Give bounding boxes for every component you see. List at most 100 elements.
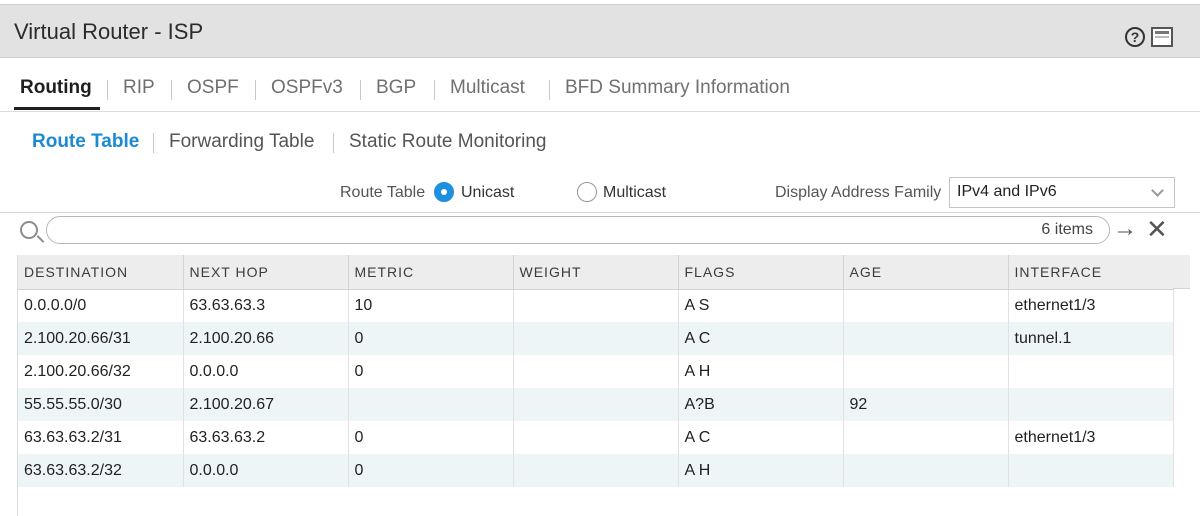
cell-metric: 0	[348, 421, 514, 454]
window-title: Virtual Router - ISP	[14, 19, 204, 44]
cell-interface: tunnel.1	[1008, 322, 1174, 355]
help-icon[interactable]: ?	[1125, 27, 1145, 47]
cell-flags: A H	[678, 454, 844, 487]
tab-routing[interactable]: Routing	[20, 77, 92, 99]
window-titlebar: Virtual Router - ISP ?	[0, 4, 1200, 58]
cell-weight	[513, 421, 679, 454]
address-family-label: Display Address Family	[775, 184, 942, 201]
table-row[interactable]: 2.100.20.66/32 0.0.0.0 0 A H	[18, 355, 1174, 388]
cell-metric: 0	[348, 355, 514, 388]
cell-interface	[1008, 388, 1174, 421]
table-row[interactable]: 55.55.55.0/30 2.100.20.67 A?B 92	[18, 388, 1174, 421]
column-header-destination[interactable]: DESTINATION	[18, 255, 184, 290]
filter-bar: 6 items → ✕	[0, 212, 1200, 246]
active-tab-indicator	[14, 107, 100, 110]
cell-metric: 0	[348, 322, 514, 355]
table-row[interactable]: 63.63.63.2/31 63.63.63.2 0 A C ethernet1…	[18, 421, 1174, 454]
tab-ospf[interactable]: OSPF	[187, 77, 239, 99]
cell-next-hop: 63.63.63.3	[183, 289, 349, 322]
unicast-radio[interactable]	[434, 182, 454, 202]
search-input[interactable]: 6 items	[46, 216, 1110, 244]
cell-destination: 0.0.0.0/0	[18, 289, 184, 322]
subtab-static-route-monitoring[interactable]: Static Route Monitoring	[349, 131, 547, 153]
tab-rip[interactable]: RIP	[123, 77, 155, 99]
cell-weight	[513, 289, 679, 322]
route-options-row: Route Table Unicast Multicast Display Ad…	[0, 176, 1200, 210]
cell-flags: A?B	[678, 388, 844, 421]
subtab-forwarding-table[interactable]: Forwarding Table	[169, 131, 314, 153]
cell-next-hop: 0.0.0.0	[183, 355, 349, 388]
items-count: 6 items	[1041, 221, 1093, 238]
scrollbar-header-cell	[1173, 255, 1190, 289]
cell-weight	[513, 322, 679, 355]
cell-age	[843, 322, 1009, 355]
cell-next-hop: 2.100.20.66	[183, 322, 349, 355]
cell-destination: 63.63.63.2/32	[18, 454, 184, 487]
cell-flags: A S	[678, 289, 844, 322]
route-table-grid: DESTINATION NEXT HOP METRIC WEIGHT FLAGS…	[17, 255, 1200, 516]
cell-interface: ethernet1/3	[1008, 289, 1174, 322]
column-header-weight[interactable]: WEIGHT	[513, 255, 679, 290]
column-header-interface[interactable]: INTERFACE	[1008, 255, 1174, 290]
table-row[interactable]: 2.100.20.66/31 2.100.20.66 0 A C tunnel.…	[18, 322, 1174, 355]
cell-next-hop: 0.0.0.0	[183, 454, 349, 487]
tab-separator	[171, 80, 172, 100]
tab-separator	[434, 80, 435, 100]
cell-metric: 10	[348, 289, 514, 322]
multicast-radio-label[interactable]: Multicast	[603, 184, 666, 202]
multicast-radio[interactable]	[577, 182, 597, 202]
cell-next-hop: 63.63.63.2	[183, 421, 349, 454]
address-family-value: IPv4 and IPv6	[957, 183, 1057, 200]
cell-next-hop: 2.100.20.67	[183, 388, 349, 421]
tab-bfd-summary[interactable]: BFD Summary Information	[565, 77, 790, 99]
tab-multicast[interactable]: Multicast	[450, 77, 525, 99]
tab-separator	[549, 80, 550, 100]
cell-age	[843, 289, 1009, 322]
address-family-select[interactable]: IPv4 and IPv6	[949, 177, 1175, 208]
main-tabs: Routing RIP OSPF OSPFv3 BGP Multicast BF…	[0, 62, 1200, 112]
table-row[interactable]: 0.0.0.0/0 63.63.63.3 10 A S ethernet1/3	[18, 289, 1174, 322]
cell-flags: A H	[678, 355, 844, 388]
table-header-row: DESTINATION NEXT HOP METRIC WEIGHT FLAGS…	[18, 255, 1174, 290]
maximize-icon[interactable]	[1151, 27, 1173, 47]
cell-weight	[513, 454, 679, 487]
subtab-separator	[333, 133, 334, 153]
cell-metric	[348, 388, 514, 421]
tab-ospfv3[interactable]: OSPFv3	[271, 77, 343, 99]
cell-age: 92	[843, 388, 1009, 421]
table-row[interactable]: 63.63.63.2/32 0.0.0.0 0 A H	[18, 454, 1174, 487]
cell-weight	[513, 355, 679, 388]
close-icon[interactable]: ✕	[1146, 214, 1168, 245]
tab-separator	[255, 80, 256, 100]
cell-age	[843, 454, 1009, 487]
subtab-route-table[interactable]: Route Table	[32, 131, 139, 153]
tab-bgp[interactable]: BGP	[376, 77, 416, 99]
column-header-flags[interactable]: FLAGS	[678, 255, 844, 290]
tab-separator	[107, 80, 108, 100]
cell-destination: 63.63.63.2/31	[18, 421, 184, 454]
cell-destination: 2.100.20.66/32	[18, 355, 184, 388]
arrow-right-icon[interactable]: →	[1113, 215, 1137, 243]
cell-age	[843, 421, 1009, 454]
column-header-metric[interactable]: METRIC	[348, 255, 514, 290]
sub-tabs: Route Table Forwarding Table Static Rout…	[0, 126, 1200, 160]
cell-age	[843, 355, 1009, 388]
tab-separator	[360, 80, 361, 100]
route-table-label: Route Table	[340, 184, 426, 201]
cell-destination: 55.55.55.0/30	[18, 388, 184, 421]
cell-destination: 2.100.20.66/31	[18, 322, 184, 355]
cell-interface	[1008, 355, 1174, 388]
cell-interface: ethernet1/3	[1008, 421, 1174, 454]
cell-interface	[1008, 454, 1174, 487]
search-icon	[20, 221, 38, 239]
cell-metric: 0	[348, 454, 514, 487]
column-header-next-hop[interactable]: NEXT HOP	[183, 255, 349, 290]
cell-flags: A C	[678, 421, 844, 454]
route-table: DESTINATION NEXT HOP METRIC WEIGHT FLAGS…	[18, 255, 1174, 487]
chevron-down-icon	[1151, 184, 1164, 197]
unicast-radio-label[interactable]: Unicast	[461, 184, 514, 202]
cell-weight	[513, 388, 679, 421]
cell-flags: A C	[678, 322, 844, 355]
subtab-separator	[153, 133, 154, 153]
column-header-age[interactable]: AGE	[843, 255, 1009, 290]
